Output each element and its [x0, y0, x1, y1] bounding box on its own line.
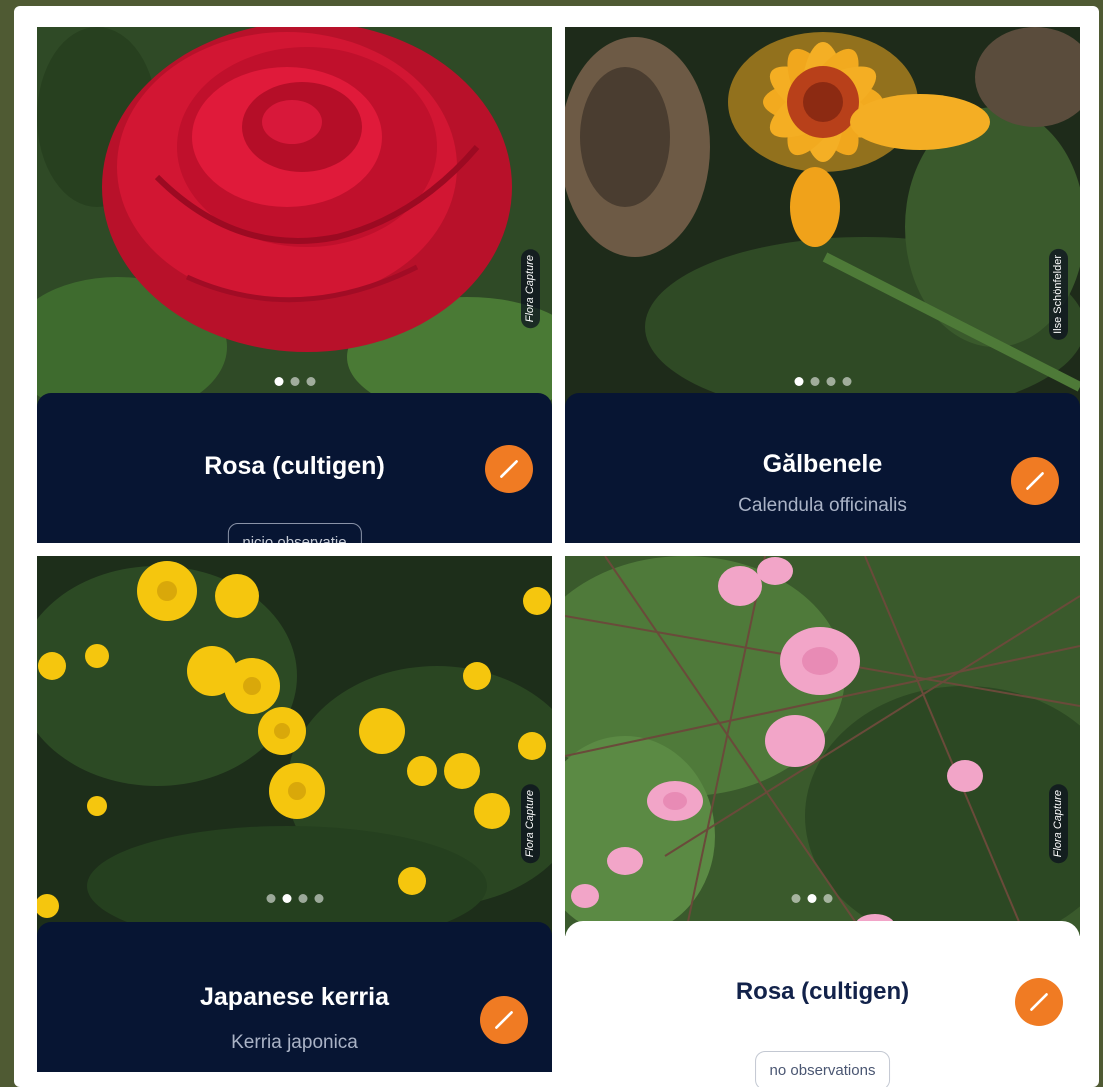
carousel-dot[interactable]	[823, 894, 833, 903]
scientific-name: Kerria japonica	[231, 1032, 358, 1053]
pencil-icon	[1030, 993, 1048, 1011]
common-name: Japanese kerria	[199, 983, 390, 1011]
observations-chip[interactable]: niciо observatie	[227, 523, 362, 543]
observations-chip[interactable]: no observations	[754, 1051, 891, 1087]
carousel-dot[interactable]	[266, 894, 275, 903]
plant-card[interactable]: Flora Capture Rosa (cultigen) no observa…	[565, 556, 1080, 1087]
carousel-dots[interactable]	[266, 894, 323, 903]
photo-credit: Flora Capture	[521, 784, 540, 864]
carousel-dot[interactable]	[791, 894, 801, 903]
carousel-dot[interactable]	[274, 377, 283, 386]
carousel-dot[interactable]	[810, 377, 819, 386]
carousel-dot[interactable]	[842, 377, 851, 386]
common-name: Gălbenele	[762, 450, 883, 478]
edit-button[interactable]	[485, 445, 533, 493]
pencil-icon	[495, 1011, 513, 1029]
carousel-dot[interactable]	[282, 894, 291, 903]
edit-button[interactable]	[1011, 457, 1059, 505]
plant-card[interactable]: Ilse Schönfelder Gălbenele Calendula off…	[565, 27, 1080, 543]
carousel-dot[interactable]	[298, 894, 307, 903]
plant-info-panel: Japanese kerria Kerria japonica	[37, 922, 552, 1072]
carousel-dot[interactable]	[314, 894, 323, 903]
calendula-image	[565, 27, 1080, 407]
photo-credit: Flora Capture	[1049, 784, 1068, 864]
plant-photo[interactable]: Flora Capture	[565, 556, 1080, 936]
carousel-dot[interactable]	[826, 377, 835, 386]
plant-photo[interactable]: Flora Capture	[37, 27, 552, 407]
plant-info-panel: Rosa (cultigen) no observations	[565, 921, 1080, 1087]
plant-grid: Flora Capture Rosa (cultigen) niciо obse…	[14, 6, 1099, 1087]
scientific-name: Calendula officinalis	[738, 495, 907, 516]
pencil-icon	[1026, 472, 1044, 490]
carousel-dot[interactable]	[807, 894, 817, 903]
carousel-dot[interactable]	[794, 377, 803, 386]
edit-button[interactable]	[480, 996, 528, 1044]
carousel-dot[interactable]	[290, 377, 299, 386]
carousel-dots[interactable]	[791, 894, 833, 903]
photo-credit: Flora Capture	[521, 249, 540, 329]
common-name: Rosa (cultigen)	[204, 452, 385, 480]
common-name: Rosa (cultigen)	[735, 978, 910, 1005]
pencil-icon	[500, 460, 518, 478]
carousel-dots[interactable]	[274, 377, 315, 386]
plant-photo[interactable]: Flora Capture	[37, 556, 552, 936]
plant-photo[interactable]: Ilse Schönfelder	[565, 27, 1080, 407]
plant-info-panel: Gălbenele Calendula officinalis	[565, 393, 1080, 543]
carousel-dots[interactable]	[794, 377, 851, 386]
kerria-image	[37, 556, 552, 936]
plant-info-panel: Rosa (cultigen) niciо observatie	[37, 393, 552, 543]
edit-button[interactable]	[1015, 978, 1063, 1026]
photo-credit: Ilse Schönfelder	[1049, 249, 1068, 340]
plant-card[interactable]: Flora Capture Japanese kerria Kerria jap…	[37, 556, 552, 1072]
rose-image	[37, 27, 552, 407]
pink-rose-image	[565, 556, 1080, 936]
carousel-dot[interactable]	[306, 377, 315, 386]
plant-card[interactable]: Flora Capture Rosa (cultigen) niciо obse…	[37, 27, 552, 543]
